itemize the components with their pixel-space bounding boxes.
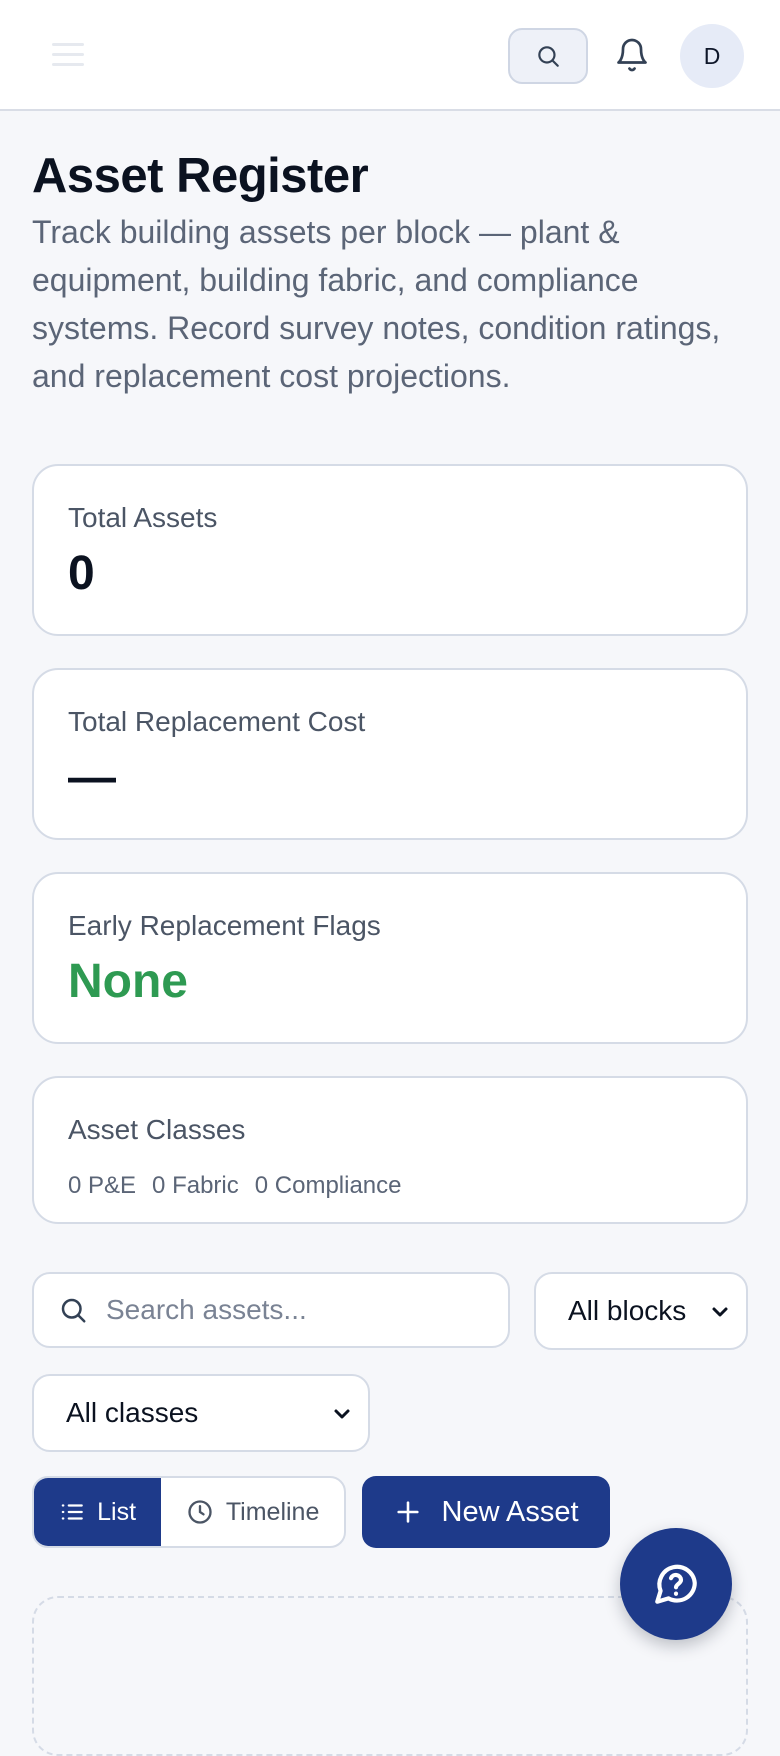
timeline-view-label: Timeline	[225, 1497, 320, 1526]
blocks-select-value: All blocks	[568, 1295, 687, 1326]
clock-icon	[188, 1500, 212, 1524]
chevron-down-icon	[712, 1307, 728, 1317]
list-view-tab[interactable]: List	[34, 1478, 162, 1546]
page-description: Track building assets per block — plant …	[32, 214, 721, 394]
pe-count: 0 P&E	[68, 1172, 137, 1199]
classes-select-value: All classes	[66, 1397, 199, 1428]
total-cost-card: Total Replacement Cost —	[32, 668, 748, 840]
total-assets-label: Total Assets	[68, 502, 218, 533]
early-flags-label: Early Replacement Flags	[68, 910, 381, 941]
total-assets-card: Total Assets 0	[32, 464, 748, 636]
menu-icon[interactable]	[52, 43, 84, 67]
list-icon	[61, 1504, 83, 1520]
page-title: Asset Register	[32, 149, 369, 203]
total-assets-value: 0	[68, 547, 95, 600]
total-cost-label: Total Replacement Cost	[68, 706, 366, 737]
help-icon	[655, 1564, 697, 1604]
list-view-label: List	[97, 1497, 137, 1526]
classes-select[interactable]: All classes	[32, 1374, 370, 1452]
chevron-down-icon	[334, 1409, 350, 1419]
asset-classes-label: Asset Classes	[68, 1114, 246, 1145]
early-flags-card: Early Replacement Flags None	[32, 872, 748, 1044]
bell-icon	[617, 38, 647, 72]
search-input[interactable]	[106, 1294, 466, 1326]
blocks-select[interactable]: All blocks	[534, 1272, 748, 1350]
asset-classes-card: Asset Classes 0 P&E 0 Fabric 0 Complianc…	[32, 1076, 748, 1224]
timeline-view-tab[interactable]: Timeline	[161, 1478, 344, 1546]
search-button[interactable]	[508, 28, 588, 84]
fabric-count: 0 Fabric	[152, 1172, 239, 1199]
view-toggle: List Timeline	[32, 1476, 346, 1548]
avatar[interactable]: D	[680, 24, 744, 88]
help-button[interactable]	[620, 1528, 732, 1640]
new-asset-label: New Asset	[441, 1495, 579, 1528]
plus-icon	[396, 1501, 419, 1523]
search-icon	[61, 1298, 86, 1323]
top-bar: D	[0, 0, 780, 111]
search-icon	[538, 46, 559, 67]
new-asset-button[interactable]: New Asset	[362, 1476, 610, 1548]
early-flags-value: None	[68, 955, 188, 1008]
total-cost-value: —	[68, 751, 116, 804]
notifications-button[interactable]	[612, 34, 652, 76]
search-field	[32, 1272, 510, 1348]
asset-classes-breakdown: 0 P&E 0 Fabric 0 Compliance	[68, 1172, 402, 1200]
compliance-count: 0 Compliance	[254, 1172, 402, 1199]
